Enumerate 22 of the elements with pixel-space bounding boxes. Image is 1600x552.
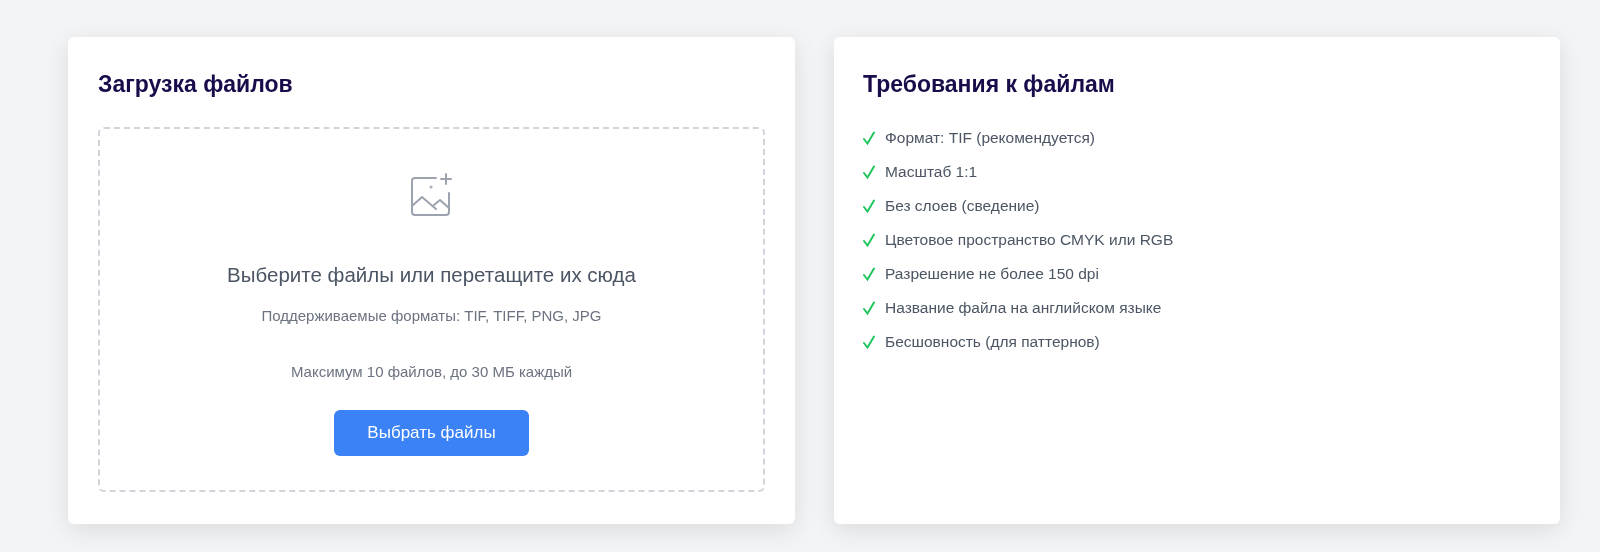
check-icon xyxy=(863,335,875,349)
requirement-text: Цветовое пространство CMYK или RGB xyxy=(885,230,1174,251)
card-title: Загрузка файлов xyxy=(98,70,294,99)
check-icon xyxy=(863,301,875,315)
check-icon xyxy=(863,233,875,247)
requirement-text: Разрешение не более 150 dpi xyxy=(885,264,1099,285)
check-icon xyxy=(863,165,875,179)
card-title: Требования к файлам xyxy=(863,70,1116,99)
requirement-text: Масштаб 1:1 xyxy=(885,162,978,183)
formats-text: Поддерживаемые форматы: TIF, TIFF, PNG, JPG xyxy=(261,305,602,326)
requirement-text: Без слоев (сведение) xyxy=(885,196,1040,217)
check-icon xyxy=(863,267,875,281)
limits-text: Максимум 10 файлов, до 30 МБ каждый xyxy=(290,362,573,383)
drop-zone[interactable]: Выберите файлы или перетащите их сюда Поддерживаемые форматы: TIF, TIFF, PNG, JPG Максимум 10 файлов, до 30 МБ каждый Выбрать файлы xyxy=(98,127,765,492)
choose-files-button[interactable]: Выбрать файлы xyxy=(334,409,529,456)
check-icon xyxy=(863,199,875,213)
check-icon xyxy=(863,131,875,145)
requirement-text: Формат: TIF (рекомендуется) xyxy=(885,128,1095,149)
requirement-text: Название файла на английском языке xyxy=(885,298,1162,319)
requirement-text: Бесшовность (для паттернов) xyxy=(885,332,1100,353)
add-image-icon xyxy=(409,173,454,218)
drop-prompt: Выберите файлы или перетащите их сюда xyxy=(227,262,636,288)
